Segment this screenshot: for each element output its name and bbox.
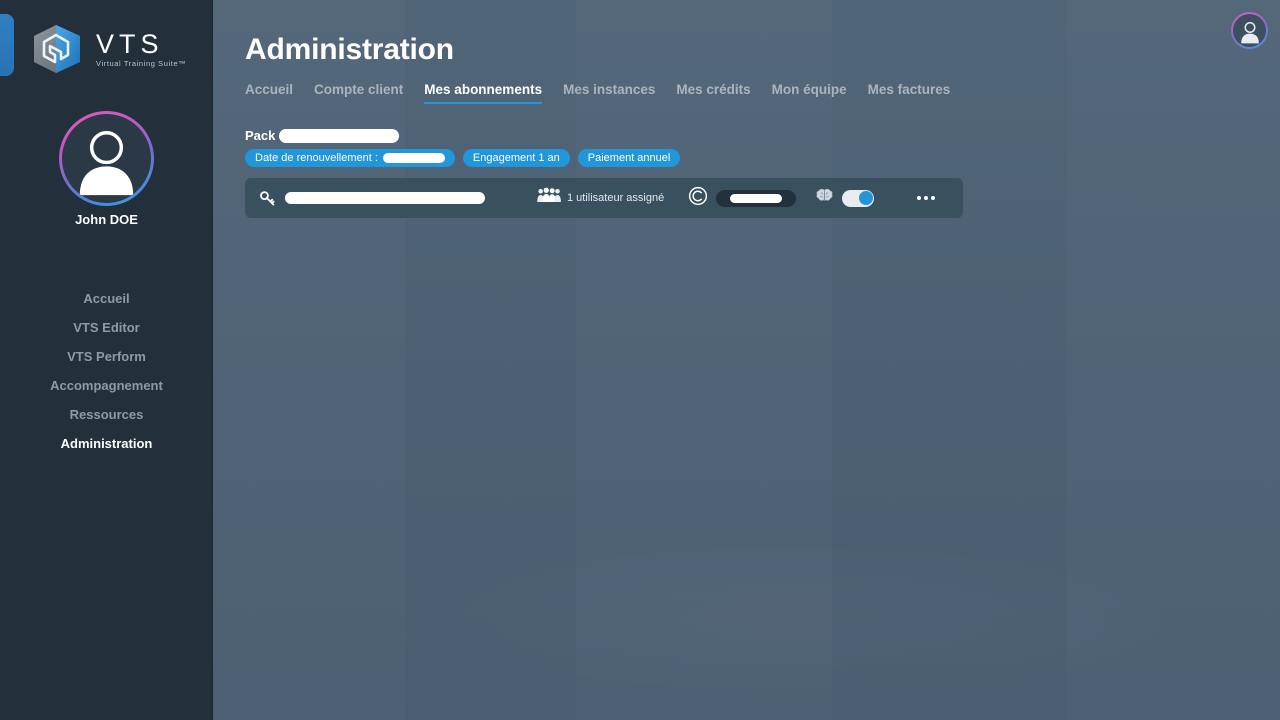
- sidebar-item-ressources[interactable]: Ressources: [0, 400, 213, 429]
- brand-tagline: Virtual Training Suite™: [96, 59, 187, 69]
- tab-mon-equipe[interactable]: Mon équipe: [772, 82, 847, 104]
- ai-toggle-knob: [858, 191, 873, 205]
- left-edge-handle[interactable]: [0, 14, 14, 76]
- tab-compte-client[interactable]: Compte client: [314, 82, 403, 104]
- badge-renewal-date[interactable]: Date de renouvellement :: [245, 149, 455, 167]
- tab-mes-instances[interactable]: Mes instances: [563, 82, 655, 104]
- account-avatar-button[interactable]: [1231, 12, 1268, 49]
- badge-row: Date de renouvellement : Engagement 1 an…: [245, 149, 1265, 167]
- tab-accueil[interactable]: Accueil: [245, 82, 293, 104]
- tab-mes-credits[interactable]: Mes crédits: [676, 82, 750, 104]
- user-avatar-icon: [62, 114, 151, 203]
- badge-payment[interactable]: Paiement annuel: [577, 149, 681, 167]
- brain-icon: [815, 187, 834, 210]
- pack-value-redacted: [279, 128, 400, 143]
- sidebar-avatar[interactable]: [59, 111, 154, 206]
- users-group-icon: [537, 186, 561, 210]
- sidebar-item-vts-perform[interactable]: VTS Perform: [0, 342, 213, 371]
- badge-renewal-date-redacted: [382, 153, 445, 163]
- assigned-users-label: 1 utilisateur assigné: [567, 192, 665, 204]
- brand-name: VTS: [96, 28, 164, 59]
- sidebar-item-vts-editor[interactable]: VTS Editor: [0, 313, 213, 342]
- brand-logo[interactable]: VTS Virtual Training Suite™: [0, 18, 213, 80]
- sidebar-user-name: John DOE: [75, 212, 138, 227]
- page-title: Administration: [245, 33, 454, 66]
- badge-renewal-date-label: Date de renouvellement :: [255, 152, 378, 164]
- ai-feature-area: [815, 187, 874, 210]
- tab-mes-factures[interactable]: Mes factures: [868, 82, 951, 104]
- pack-row: Pack: [245, 128, 1265, 143]
- credits-pill: [716, 189, 796, 207]
- sidebar-item-administration[interactable]: Administration: [0, 429, 213, 458]
- badge-engagement[interactable]: Engagement 1 an: [462, 149, 570, 167]
- pack-label: Pack: [245, 128, 276, 143]
- license-key-redacted: [285, 192, 485, 204]
- credits-circle-icon: [688, 186, 708, 211]
- sidebar: VTS Virtual Training Suite™ John DOE Acc…: [0, 0, 213, 720]
- tab-mes-abonnements[interactable]: Mes abonnements: [424, 82, 543, 104]
- more-options-icon[interactable]: [913, 190, 939, 206]
- ai-toggle[interactable]: [842, 189, 874, 207]
- tab-bar: Accueil Compte client Mes abonnements Me…: [245, 82, 1265, 104]
- main-content: Administration Accueil Compte client Mes…: [245, 0, 1265, 218]
- sidebar-nav: Accueil VTS Editor VTS Perform Accompagn…: [0, 284, 213, 458]
- app-root: VTS Virtual Training Suite™ John DOE Acc…: [0, 0, 1280, 720]
- credits-value-redacted: [730, 193, 782, 203]
- assigned-users[interactable]: 1 utilisateur assigné: [537, 186, 664, 210]
- credits-area[interactable]: [688, 186, 796, 211]
- sidebar-item-accueil[interactable]: Accueil: [0, 284, 213, 313]
- subscription-card[interactable]: 1 utilisateur assigné: [245, 178, 963, 218]
- key-icon: [259, 190, 276, 207]
- vts-cube-logo-icon: [28, 22, 86, 76]
- account-avatar-icon: [1233, 14, 1266, 47]
- sidebar-item-accompagnement[interactable]: Accompagnement: [0, 371, 213, 400]
